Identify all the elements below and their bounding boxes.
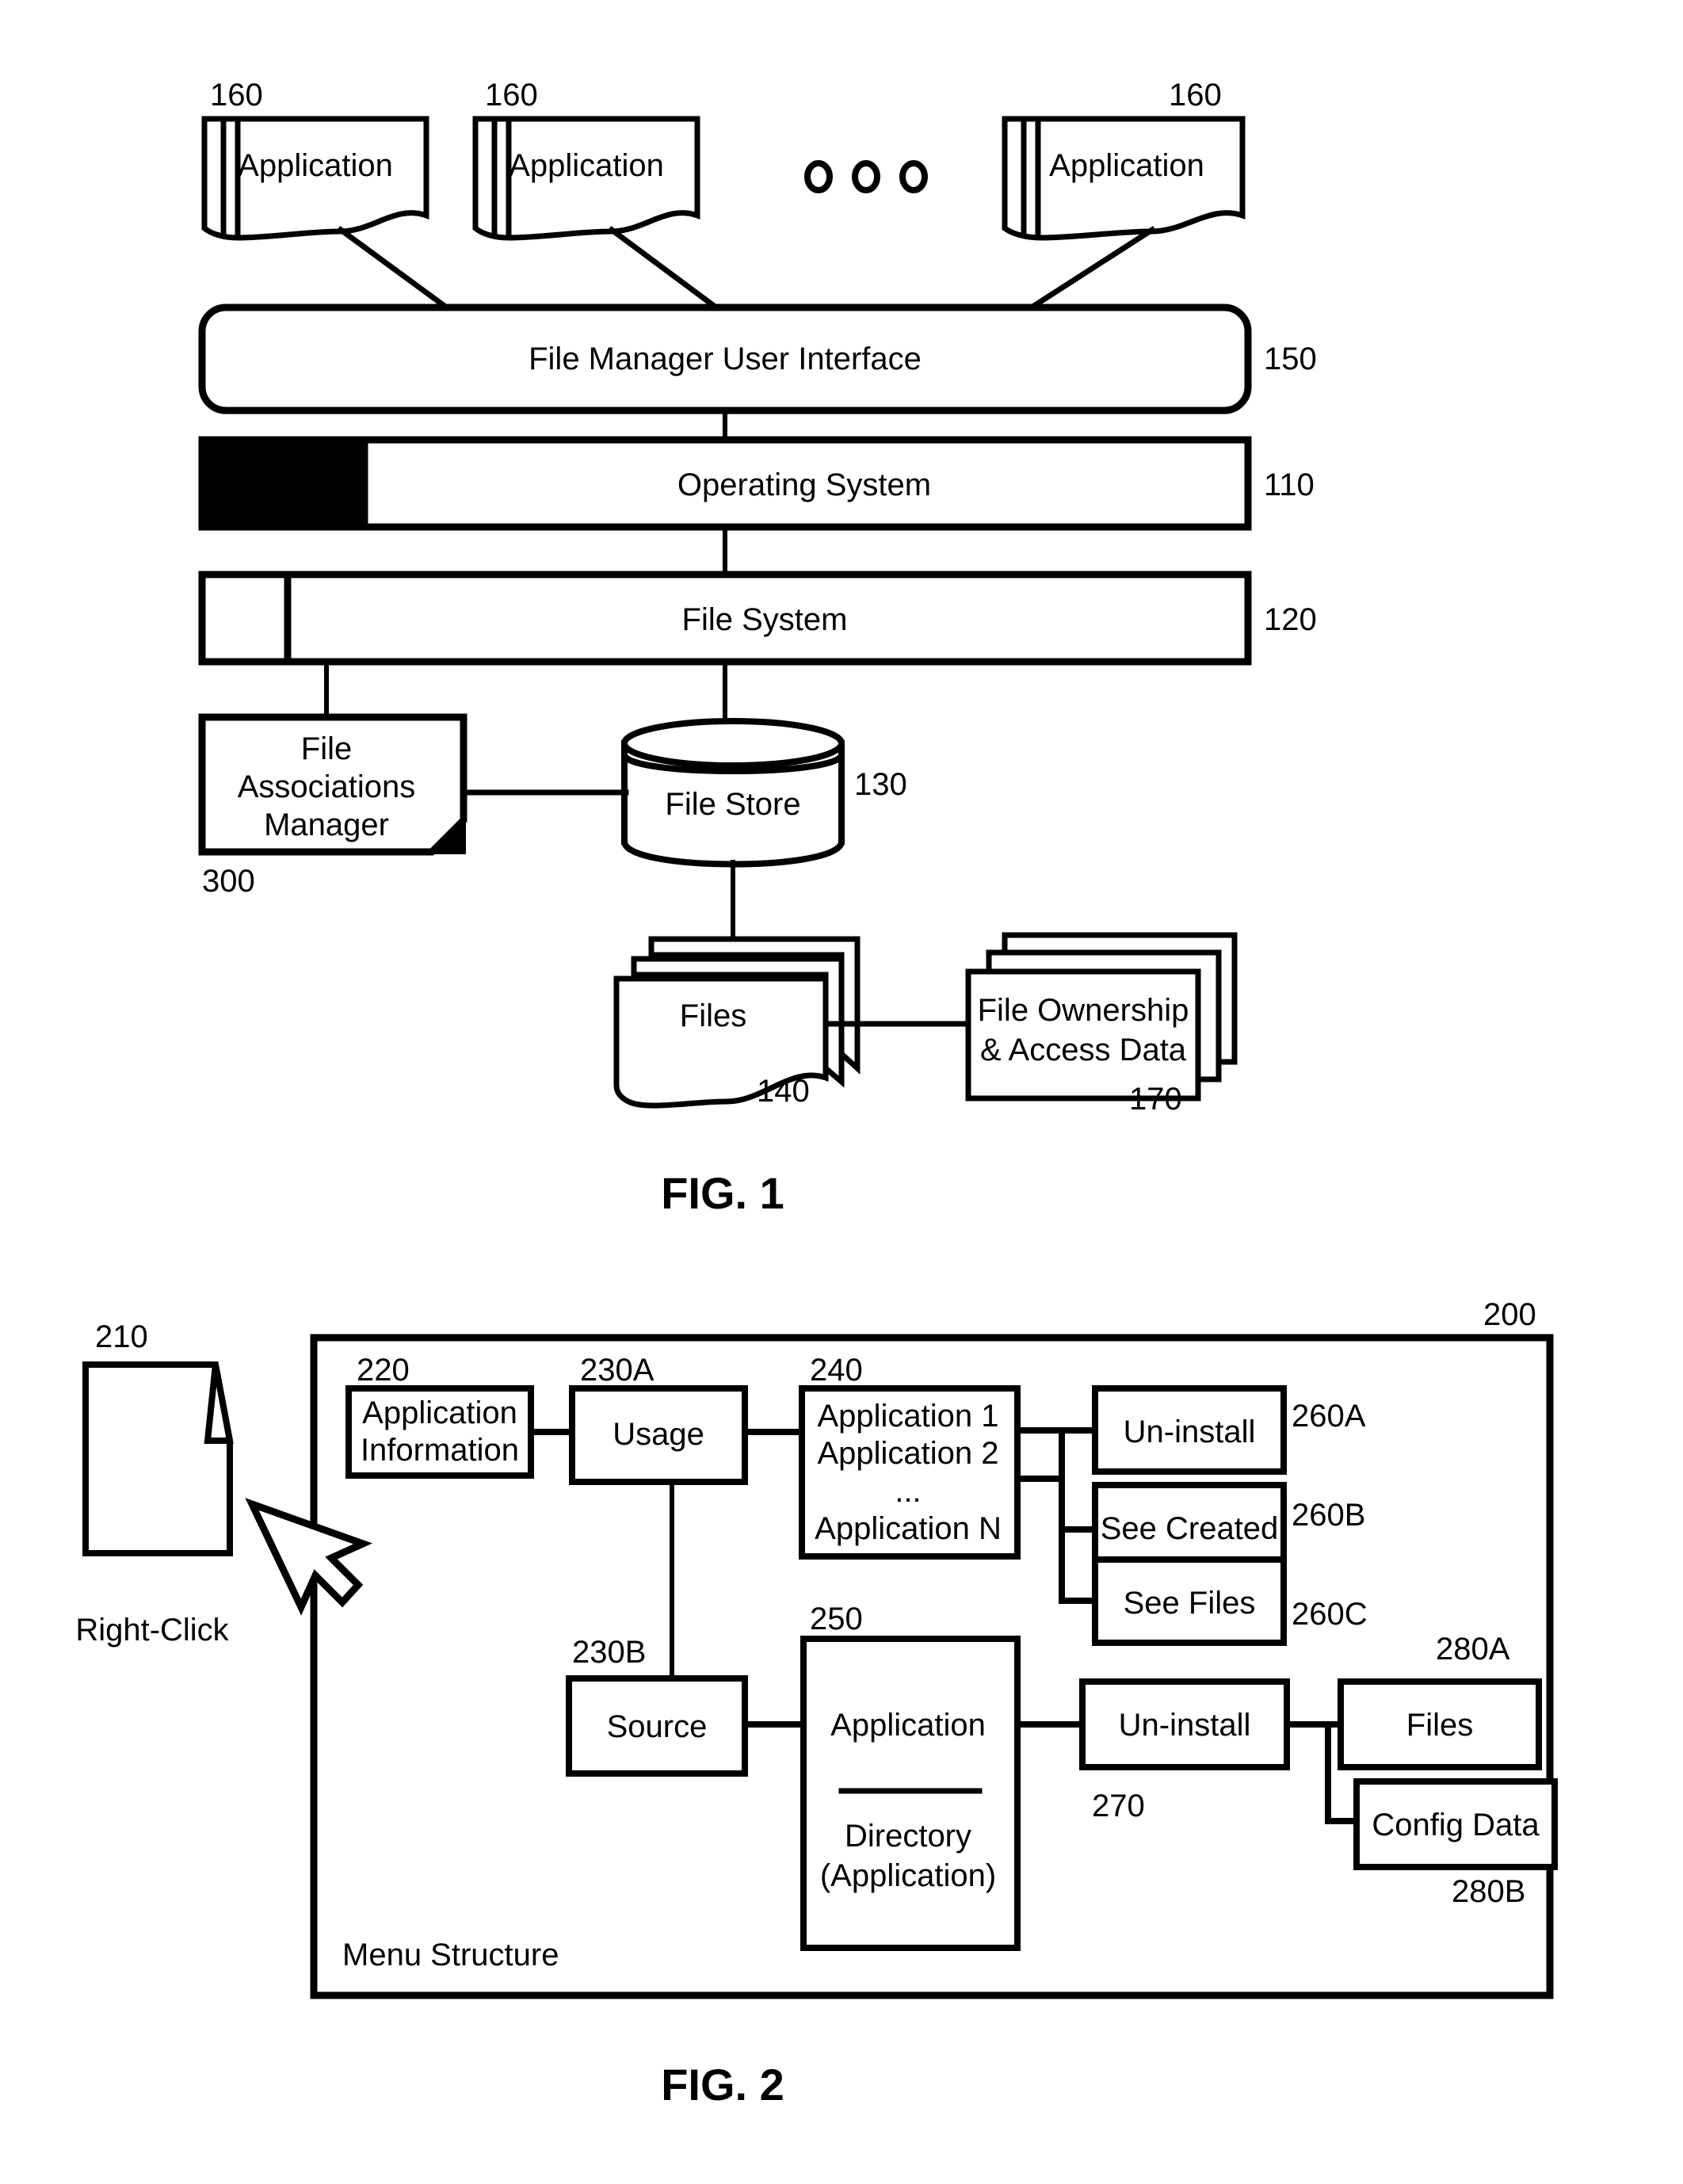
ref-160-c: 160 — [1169, 78, 1222, 113]
config-data-label: Config Data — [1372, 1808, 1540, 1842]
see-created-label: See Created — [1101, 1511, 1279, 1546]
files-label: Files — [680, 998, 746, 1033]
application-box-2-label: Application — [509, 148, 664, 183]
usage-label: Usage — [613, 1417, 704, 1452]
application-information-line2: Information — [361, 1433, 519, 1468]
application-list-line-3: ... — [895, 1474, 921, 1509]
ref-140: 140 — [757, 1074, 810, 1109]
figure2-caption: FIG. 2 — [661, 2060, 784, 2110]
menu-structure-label: Menu Structure — [342, 1938, 559, 1972]
figure-canvas: 160 160 160 Application Application Appl… — [75, 78, 1558, 2110]
ref-280B: 280B — [1452, 1874, 1525, 1909]
fam-label-line2: Associations — [238, 769, 416, 804]
application-list-line-2: Application 2 — [817, 1436, 998, 1471]
ref-220: 220 — [357, 1353, 410, 1388]
file-system-label: File System — [682, 602, 848, 637]
ref-240: 240 — [810, 1353, 863, 1388]
ref-260B: 260B — [1292, 1498, 1365, 1533]
ref-130: 130 — [854, 767, 907, 802]
see-files-label: See Files — [1124, 1586, 1256, 1621]
fam-label-line3: Manager — [264, 808, 389, 842]
file-ownership-label-line1: File Ownership — [978, 993, 1189, 1028]
ref-170: 170 — [1129, 1082, 1182, 1117]
uninstall-usage-label: Un-install — [1124, 1415, 1256, 1449]
ref-280A: 280A — [1436, 1632, 1510, 1667]
ref-110: 110 — [1264, 468, 1315, 502]
application-information-line1: Application — [362, 1396, 517, 1430]
fam-label-line1: File — [301, 731, 352, 766]
application-box-3-label: Application — [1049, 148, 1204, 183]
ellipsis-dots — [804, 160, 928, 193]
files-result-label: Files — [1406, 1708, 1473, 1743]
application-list-line-1: Application 1 — [817, 1399, 998, 1434]
ref-150: 150 — [1264, 342, 1317, 376]
operating-system-black-segment — [198, 436, 368, 531]
application-directory-line3: (Application) — [820, 1858, 996, 1893]
application-list-line-4: Application N — [815, 1511, 1002, 1546]
file-store-label: File Store — [665, 787, 800, 822]
ref-120: 120 — [1264, 602, 1317, 637]
ref-260C: 260C — [1292, 1597, 1368, 1632]
ref-200: 200 — [1483, 1297, 1536, 1332]
source-label: Source — [607, 1709, 708, 1744]
file-ownership-label-line2: & Access Data — [980, 1033, 1187, 1067]
uninstall-source-label: Un-install — [1119, 1708, 1251, 1743]
figure1-caption: FIG. 1 — [661, 1168, 784, 1218]
ref-160-b: 160 — [485, 78, 538, 113]
document-icon — [82, 1361, 234, 1556]
right-click-caption: Right-Click — [75, 1613, 229, 1648]
ref-250: 250 — [810, 1602, 863, 1636]
ref-230B: 230B — [572, 1635, 646, 1670]
application-directory-line1: Application — [830, 1708, 986, 1743]
operating-system-label: Operating System — [677, 468, 931, 502]
file-manager-ui-label: File Manager User Interface — [529, 342, 922, 376]
ref-210: 210 — [95, 1319, 148, 1354]
ref-230A: 230A — [580, 1353, 654, 1388]
ref-260A: 260A — [1292, 1399, 1366, 1434]
application-box-1-label: Application — [238, 148, 393, 183]
ref-300: 300 — [202, 864, 255, 899]
application-directory-line2: Directory — [845, 1819, 971, 1854]
patent-figure-sheet: 160 160 160 Application Application Appl… — [0, 0, 1683, 2184]
ref-270: 270 — [1092, 1789, 1145, 1823]
ref-160-a: 160 — [210, 78, 263, 113]
